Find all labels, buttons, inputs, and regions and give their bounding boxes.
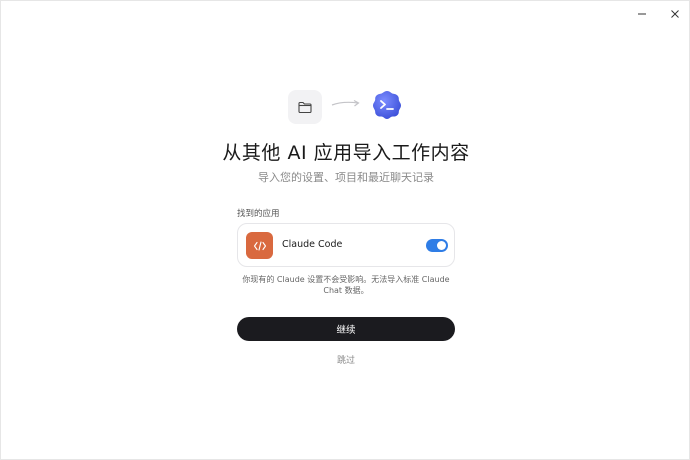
import-illustration [1,89,690,125]
app-icon [246,232,273,259]
source-tile [288,90,322,124]
skip-link[interactable]: 跳过 [1,353,690,366]
terminal-blob-icon [373,91,401,119]
app-card-claude-code: Claude Code [237,223,455,267]
found-apps-label: 找到的应用 [237,209,280,219]
app-window: 从其他 AI 应用导入工作内容 导入您的设置、项目和最近聊天记录 找到的应用 C… [0,0,690,460]
toggle-knob [437,241,446,250]
minimize-button[interactable] [628,5,656,23]
minimize-icon [638,13,646,15]
app-name: Claude Code [282,239,343,250]
page-subtitle: 导入您的设置、项目和最近聊天记录 [258,171,434,184]
code-brackets-icon [253,240,266,251]
continue-button[interactable]: 继续 [237,317,455,341]
import-toggle[interactable] [426,239,448,252]
close-button[interactable] [661,5,689,23]
arrow-right-icon [331,99,360,107]
close-icon [671,10,679,18]
info-note: 你现有的 Claude 设置不会受影响。无法导入标准 Claude Chat 数… [242,275,450,295]
page-title: 从其他 AI 应用导入工作内容 [222,142,470,164]
folder-icon [298,101,312,113]
